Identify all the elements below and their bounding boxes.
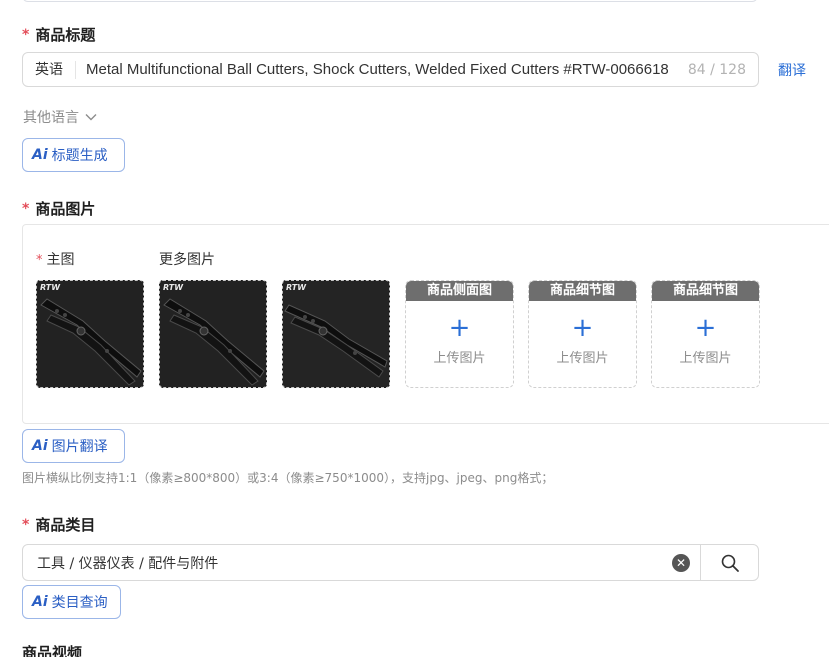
ai-title-generate-button[interactable]: Ai 标题生成 bbox=[22, 138, 125, 172]
upload-slot-title: 商品细节图 bbox=[529, 281, 636, 301]
language-select[interactable]: 英语 bbox=[23, 60, 76, 79]
title-input-box[interactable]: 英语 Metal Multifunctional Ball Cutters, S… bbox=[22, 52, 759, 87]
upload-slot-detail-1[interactable]: 商品细节图 + 上传图片 bbox=[528, 280, 637, 388]
plus-icon: + bbox=[571, 313, 594, 343]
ai-category-query-label: 类目查询 bbox=[51, 595, 108, 611]
ai-image-translate-label: 图片翻译 bbox=[51, 439, 108, 455]
title-input[interactable]: Metal Multifunctional Ball Cutters, Shoc… bbox=[76, 61, 688, 78]
main-image-label: * 主图 bbox=[36, 249, 75, 269]
plus-icon: + bbox=[694, 313, 717, 343]
upload-slot-side-view[interactable]: 商品侧面图 + 上传图片 bbox=[405, 280, 514, 388]
ai-image-translate-button[interactable]: Ai 图片翻译 bbox=[22, 429, 125, 463]
upload-slot-title: 商品细节图 bbox=[652, 281, 759, 301]
upload-slot-text: 上传图片 bbox=[433, 351, 486, 366]
image-field-label: * 商品图片 bbox=[22, 198, 95, 219]
category-input-box[interactable]: 工具 / 仪器仪表 / 配件与附件 ✕ bbox=[22, 544, 759, 581]
title-field-label: * 商品标题 bbox=[22, 24, 95, 45]
required-mark: * bbox=[22, 516, 30, 533]
category-input[interactable]: 工具 / 仪器仪表 / 配件与附件 bbox=[23, 553, 672, 573]
svg-text:RTW: RTW bbox=[40, 283, 61, 292]
upload-slot-detail-2[interactable]: 商品细节图 + 上传图片 bbox=[651, 280, 760, 388]
required-mark: * bbox=[22, 200, 30, 217]
main-product-image[interactable]: RTW bbox=[36, 280, 144, 388]
clear-icon[interactable]: ✕ bbox=[672, 553, 690, 572]
image-label-text: 商品图片 bbox=[35, 200, 96, 218]
category-field-label: * 商品类目 bbox=[22, 514, 95, 535]
required-mark: * bbox=[22, 26, 30, 43]
pliers-product-image: RTW bbox=[160, 281, 266, 387]
chevron-down-icon bbox=[85, 114, 97, 121]
required-mark: * bbox=[36, 253, 43, 268]
product-image-2[interactable]: RTW bbox=[159, 280, 267, 388]
ai-icon: Ai bbox=[32, 594, 48, 610]
category-search-button[interactable] bbox=[700, 545, 758, 580]
ai-icon: Ai bbox=[32, 438, 48, 454]
search-icon bbox=[721, 554, 739, 572]
plus-icon: + bbox=[448, 313, 471, 343]
pliers-product-image: RTW bbox=[283, 281, 389, 387]
ai-category-query-button[interactable]: Ai 类目查询 bbox=[22, 585, 121, 619]
main-image-label-text: 主图 bbox=[46, 252, 75, 268]
image-requirements-hint: 图片横纵比例支持1:1（像素≥800*800）或3:4（像素≥750*1000）… bbox=[22, 471, 554, 485]
ai-title-generate-label: 标题生成 bbox=[51, 148, 108, 164]
other-languages-toggle[interactable]: 其他语言 bbox=[23, 107, 97, 127]
other-languages-label: 其他语言 bbox=[23, 110, 79, 126]
upload-slot-text: 上传图片 bbox=[556, 351, 609, 366]
video-field-label: 商品视频 bbox=[22, 644, 83, 657]
category-label-text: 商品类目 bbox=[35, 516, 96, 534]
more-images-label: 更多图片 bbox=[159, 252, 215, 268]
translate-link[interactable]: 翻译 bbox=[778, 60, 806, 80]
title-label-text: 商品标题 bbox=[35, 26, 96, 44]
upload-slot-text: 上传图片 bbox=[679, 351, 732, 366]
ai-icon: Ai bbox=[32, 147, 48, 163]
title-char-counter: 84 / 128 bbox=[687, 61, 746, 78]
svg-text:RTW: RTW bbox=[163, 283, 184, 292]
svg-text:RTW: RTW bbox=[286, 283, 307, 292]
pliers-product-image: RTW bbox=[37, 281, 143, 387]
upload-slot-title: 商品侧面图 bbox=[406, 281, 513, 301]
product-image-3[interactable]: RTW bbox=[282, 280, 390, 388]
previous-field-box bbox=[22, 0, 758, 2]
